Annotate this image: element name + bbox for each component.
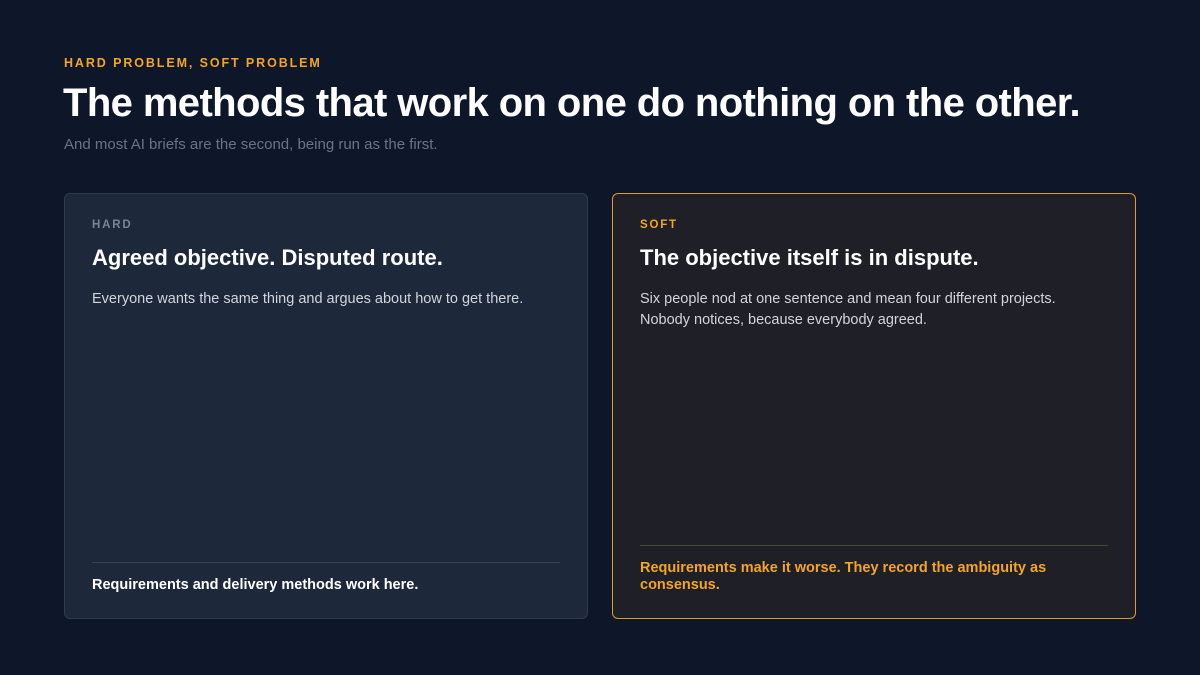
hard-problem-card: HARD Agreed objective. Disputed route. E… [64, 193, 588, 619]
card-footer-soft: Requirements make it worse. They record … [640, 560, 1047, 593]
soft-problem-card: SOFT The objective itself is in dispute.… [612, 193, 1136, 619]
card-heading-hard: Agreed objective. Disputed route. [92, 245, 443, 270]
card-label-soft: SOFT [640, 219, 678, 231]
card-divider-soft [640, 545, 1108, 546]
page-subtitle: And most AI briefs are the second, being… [64, 136, 438, 153]
card-body-soft: Six people nod at one sentence and mean … [640, 291, 1056, 328]
slide: HARD PROBLEM, SOFT PROBLEM The methods t… [0, 0, 1200, 675]
page-title: The methods that work on one do nothing … [63, 81, 1081, 125]
card-heading-soft: The objective itself is in dispute. [640, 245, 979, 270]
card-footer-hard: Requirements and delivery methods work h… [92, 577, 419, 593]
card-label-hard: HARD [92, 219, 133, 231]
eyebrow-label: HARD PROBLEM, SOFT PROBLEM [64, 56, 322, 70]
card-divider-hard [92, 562, 560, 563]
card-body-hard: Everyone wants the same thing and argues… [92, 291, 524, 307]
